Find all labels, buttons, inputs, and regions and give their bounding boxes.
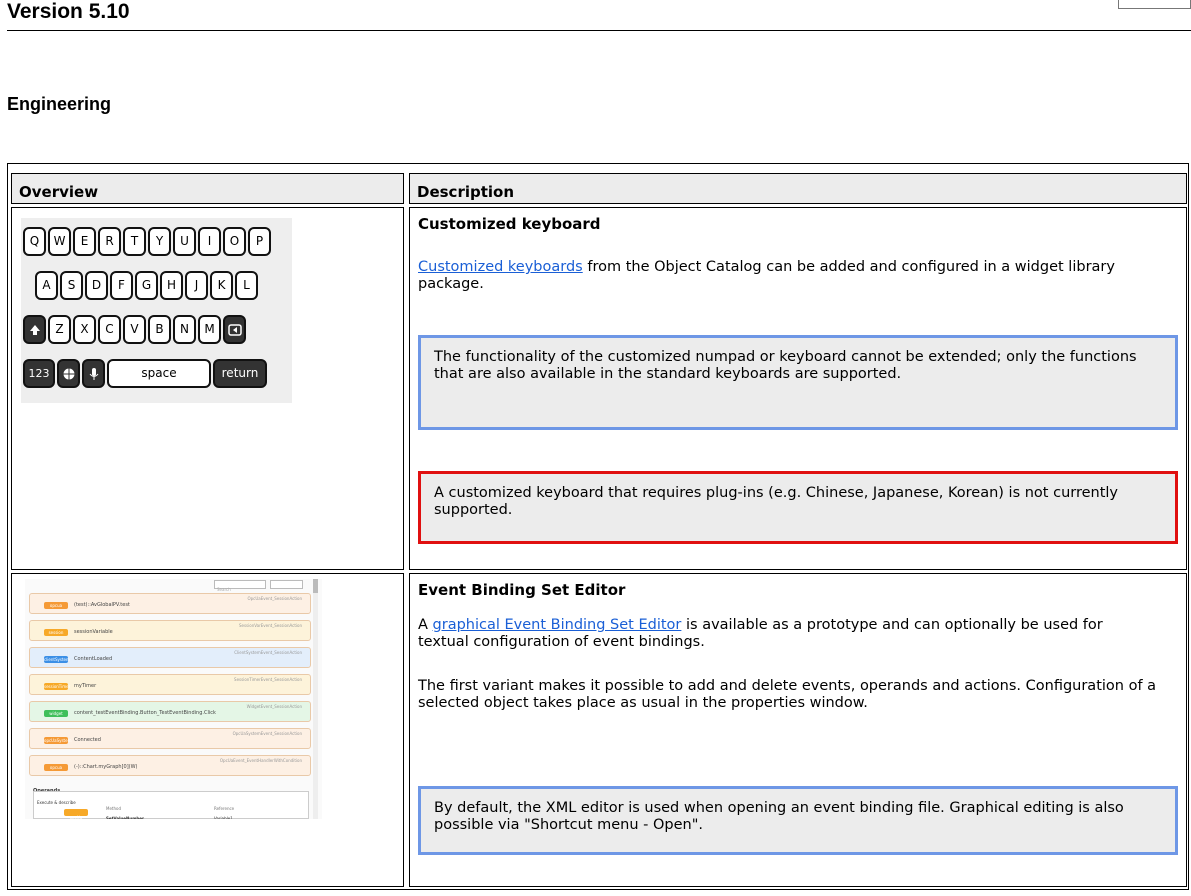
key-q: Q — [23, 227, 46, 256]
key-a: A — [35, 271, 58, 300]
info-note: By default, the XML editor is used when … — [418, 786, 1178, 855]
column-header-overview: Overview — [11, 173, 404, 204]
keyboard-overview-cell: Q W E R T Y U I O P A S D F G H J K L Z … — [11, 207, 404, 570]
editor-event-row: OpcUaEvent_EventHandlerWithConditionopcu… — [29, 755, 311, 776]
key-123: 123 — [23, 359, 55, 388]
keyboard-row-2: A S D F G H J K L — [35, 271, 260, 300]
editor-row-text: myTimer — [74, 683, 97, 689]
row-paragraph: A graphical Event Binding Set Editor is … — [418, 617, 1158, 651]
key-m: M — [198, 315, 221, 344]
microphone-icon — [82, 359, 105, 388]
editor-row-meta: OpcUaSystemEvent_SessionAction — [232, 731, 302, 736]
key-k: K — [210, 271, 233, 300]
key-n: N — [173, 315, 196, 344]
key-i: I — [198, 227, 221, 256]
last-method: SetValueNumber — [106, 816, 144, 819]
key-t: T — [123, 227, 146, 256]
key-h: H — [160, 271, 183, 300]
key-x: X — [73, 315, 96, 344]
shift-arrow-icon — [23, 315, 46, 344]
key-w: W — [48, 227, 71, 256]
operands-panel: Execute & describe Method Reference opcU… — [33, 791, 309, 819]
corner-box — [1118, 0, 1191, 9]
key-c: C — [98, 315, 121, 344]
title-rule — [7, 30, 1191, 31]
key-e: E — [73, 227, 96, 256]
editor-row-text: content_testEventBinding.Button_TestEven… — [74, 710, 216, 716]
editor-event-row: SessionTimerEvent_SessionAction sessionTi… — [29, 674, 311, 695]
editor-row-tag: clientSystem — [44, 656, 70, 663]
backspace-icon — [223, 315, 246, 344]
editor-row-text: Connected — [74, 737, 101, 743]
mini-scrollbar-thumb — [313, 579, 318, 593]
editor-event-row: OpcUaEvent_SessionActionopcua (test)::AvG… — [29, 593, 311, 614]
key-d: D — [85, 271, 108, 300]
last-tag: opcUa — [64, 809, 88, 819]
key-r: R — [98, 227, 121, 256]
editor-event-row: ClientSystemEvent_SessionAction clientSys… — [29, 647, 311, 668]
key-f: F — [110, 271, 133, 300]
editor-row-tag: opcua — [44, 764, 68, 771]
keyboard-description-cell: Customized keyboard Customized keyboards… — [409, 207, 1187, 570]
graphical-editor-link[interactable]: graphical Event Binding Set Editor — [433, 617, 682, 633]
key-j: J — [185, 271, 208, 300]
editor-description-cell: Event Binding Set Editor A graphical Eve… — [409, 573, 1187, 887]
key-p: P — [248, 227, 271, 256]
feature-table: Overview Description Q W E R T Y U I O P… — [7, 163, 1189, 890]
row-title: Event Binding Set Editor — [418, 581, 626, 599]
keyboard-row-4: 123 space return — [23, 359, 269, 388]
editor-overview-cell: Search OpcUaEvent_SessionActionopcua (tes… — [11, 573, 404, 887]
editor-row-meta: WidgetEvent_SessionAction — [246, 704, 302, 709]
editor-row-meta: OpcUaEvent_SessionAction — [247, 596, 302, 601]
key-y: Y — [148, 227, 171, 256]
section-heading: Engineering — [7, 94, 112, 114]
row-paragraph: Customized keyboards from the Object Cat… — [418, 259, 1168, 293]
key-b: B — [148, 315, 171, 344]
editor-row-text: ContentLoaded — [74, 656, 113, 662]
key-o: O — [223, 227, 246, 256]
key-l: L — [235, 271, 258, 300]
key-space: space — [107, 359, 211, 388]
globe-icon — [57, 359, 80, 388]
editor-event-row: OpcUaSystemEvent_SessionAction opcUaSyste… — [29, 728, 311, 749]
editor-row-meta: ClientSystemEvent_SessionAction — [234, 650, 302, 655]
editor-row-meta: SessionTimerEvent_SessionAction — [234, 677, 302, 682]
editor-row-text: (test)::AvGlobalPV.test — [74, 602, 130, 608]
keyboard-image: Q W E R T Y U I O P A S D F G H J K L Z … — [21, 218, 292, 403]
version-title: Version 5.10 — [7, 0, 130, 23]
column-header-description: Description — [409, 173, 1187, 204]
event-binding-editor-image: Search OpcUaEvent_SessionActionopcua (tes… — [25, 579, 322, 819]
search-field: Search — [214, 580, 266, 592]
key-return: return — [213, 359, 267, 388]
editor-event-row: WidgetEvent_SessionActionwidget content_t… — [29, 701, 311, 722]
key-g: G — [135, 271, 158, 300]
editor-row-text: sessionVariable — [74, 629, 113, 635]
key-u: U — [173, 227, 196, 256]
paragraph-text: A — [418, 617, 433, 633]
customized-keyboards-link[interactable]: Customized keyboards — [418, 259, 583, 275]
editor-row-tag: opcUaSystem — [44, 737, 72, 744]
row-paragraph-2: The first variant makes it possible to a… — [418, 678, 1157, 711]
editor-event-row: SessionVarEvent_SessionActionsession sess… — [29, 620, 311, 641]
mini-scrollbar — [313, 579, 318, 819]
keyboard-row-1: Q W E R T Y U I O P — [23, 227, 273, 256]
editor-row-meta: OpcUaEvent_EventHandlerWithCondition — [219, 758, 302, 763]
key-v: V — [123, 315, 146, 344]
key-z: Z — [48, 315, 71, 344]
row-title: Customized keyboard — [418, 215, 601, 233]
key-s: S — [60, 271, 83, 300]
info-note: The functionality of the customized nump… — [418, 335, 1178, 430]
editor-row-tag: session — [44, 629, 68, 636]
warning-note: A customized keyboard that requires plug… — [418, 471, 1178, 544]
last-ref: Variable1 — [214, 816, 233, 819]
editor-row-text: (-)::Chart.myGraph[0](W) — [74, 764, 138, 770]
editor-row-meta: SessionVarEvent_SessionAction — [238, 623, 302, 628]
editor-row-tag: sessionTimer — [44, 683, 71, 690]
toolbar-box — [270, 580, 303, 589]
editor-row-tag: opcua — [44, 602, 68, 609]
keyboard-row-3: Z X C V B N M — [23, 315, 248, 344]
editor-row-tag: widget — [44, 710, 68, 717]
